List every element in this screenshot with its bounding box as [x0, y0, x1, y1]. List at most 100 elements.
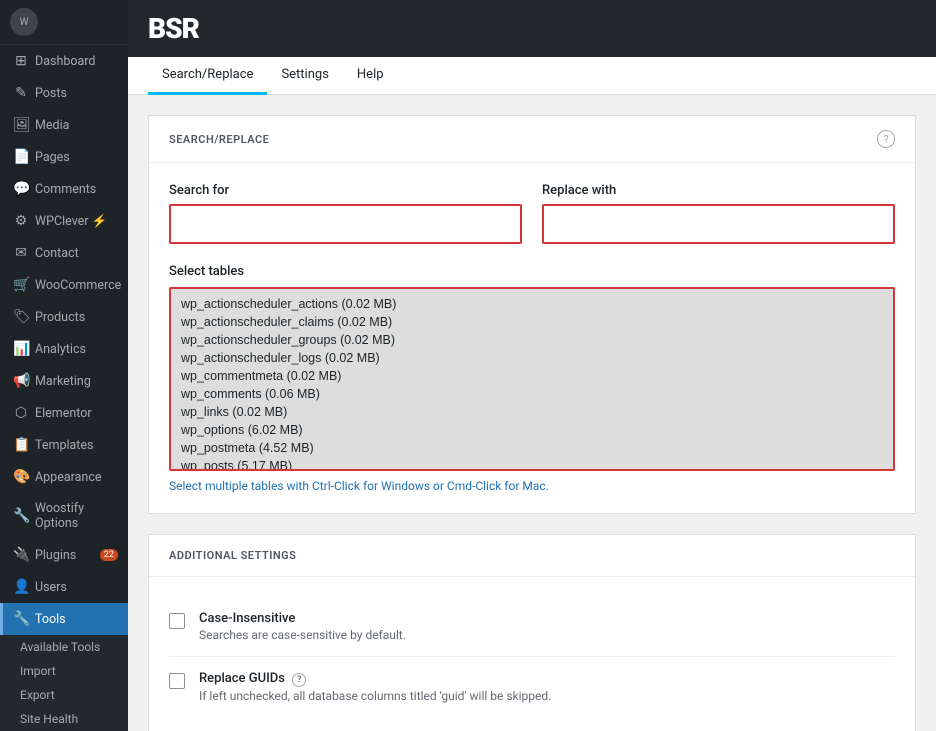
- tabs-bar: Search/Replace Settings Help: [128, 57, 936, 95]
- card-title: SEARCH/REPLACE: [169, 133, 269, 146]
- media-icon: 🖼: [13, 117, 29, 133]
- posts-icon: ✎: [13, 85, 29, 101]
- content-area: SEARCH/REPLACE ? Search for Replace with: [128, 95, 936, 731]
- sidebar-item-plugins[interactable]: 🔌 Plugins 22: [0, 539, 128, 571]
- sidebar-item-label: Users: [35, 580, 67, 595]
- tools-submenu: Available Tools Import Export Site Healt…: [0, 635, 128, 731]
- tab-help[interactable]: Help: [343, 57, 398, 95]
- sidebar-item-site-health[interactable]: Site Health: [0, 707, 128, 731]
- case-insensitive-checkbox[interactable]: [169, 613, 185, 629]
- submenu-label: Site Health: [20, 712, 78, 726]
- tools-icon: 🔧: [13, 611, 29, 627]
- replace-guids-row: Replace GUIDs ? If left unchecked, all d…: [169, 657, 895, 717]
- sidebar-item-woostify[interactable]: 🔧 Woostify Options: [0, 493, 128, 539]
- sidebar-item-analytics[interactable]: 📊 Analytics: [0, 333, 128, 365]
- marketing-icon: 📢: [13, 373, 29, 389]
- sidebar-item-label: Pages: [35, 150, 70, 165]
- sidebar-item-label: Analytics: [35, 342, 86, 357]
- sidebar-item-media[interactable]: 🖼 Media: [0, 109, 128, 141]
- plugin-header: BSR: [128, 0, 936, 57]
- tables-hint: Select multiple tables with Ctrl-Click f…: [169, 479, 895, 493]
- sidebar-item-label: Elementor: [35, 406, 92, 421]
- sidebar-item-label: WooCommerce: [35, 278, 121, 293]
- card-body: Search for Replace with Select tables wp…: [149, 163, 915, 513]
- main-content: BSR Search/Replace Settings Help SEARCH/…: [128, 0, 936, 731]
- sidebar-item-label: Contact: [35, 246, 79, 261]
- replace-guids-help-icon[interactable]: ?: [292, 673, 306, 687]
- pages-icon: 📄: [13, 149, 29, 165]
- sidebar-item-label: WPClever ⚡: [35, 214, 107, 229]
- submenu-label: Export: [20, 688, 55, 702]
- sidebar-item-label: Woostify Options: [35, 501, 118, 531]
- sidebar-item-label: Templates: [35, 438, 93, 453]
- sidebar-item-dashboard[interactable]: ⊞ Dashboard: [0, 45, 128, 77]
- tables-wrapper: wp_actionscheduler_actions (0.02 MB)wp_a…: [169, 287, 895, 471]
- sidebar-item-label: Appearance: [35, 470, 102, 485]
- plugins-icon: 🔌: [13, 547, 29, 563]
- sidebar-item-woocommerce[interactable]: 🛒 WooCommerce: [0, 269, 128, 301]
- additional-settings-header: ADDITIONAL SETTINGS: [149, 535, 915, 577]
- replace-guids-text: Replace GUIDs ? If left unchecked, all d…: [199, 671, 551, 703]
- plugin-logo: BSR: [148, 12, 199, 45]
- sidebar-item-posts[interactable]: ✎ Posts: [0, 77, 128, 109]
- tables-label: Select tables: [169, 264, 895, 279]
- search-label: Search for: [169, 183, 522, 198]
- appearance-icon: 🎨: [13, 469, 29, 485]
- sidebar-item-templates[interactable]: 📋 Templates: [0, 429, 128, 461]
- products-icon: 🏷: [13, 309, 29, 325]
- tables-select-group: Select tables wp_actionscheduler_actions…: [169, 264, 895, 493]
- additional-settings-title: ADDITIONAL SETTINGS: [169, 549, 296, 562]
- help-icon[interactable]: ?: [877, 130, 895, 148]
- sidebar-item-label: Posts: [35, 86, 67, 101]
- replace-label: Replace with: [542, 183, 895, 198]
- sidebar: W ⊞ Dashboard ✎ Posts 🖼 Media 📄 Pages 💬 …: [0, 0, 128, 731]
- woostify-icon: 🔧: [13, 508, 29, 524]
- additional-settings-card: ADDITIONAL SETTINGS Case-Insensitive Sea…: [148, 534, 916, 731]
- sidebar-item-label: Comments: [35, 182, 96, 197]
- sidebar-item-comments[interactable]: 💬 Comments: [0, 173, 128, 205]
- submenu-label: Available Tools: [20, 640, 100, 654]
- sidebar-item-label: Tools: [35, 612, 66, 627]
- wordpress-icon: W: [10, 8, 38, 36]
- templates-icon: 📋: [13, 437, 29, 453]
- contact-icon: ✉: [13, 245, 29, 261]
- sidebar-item-appearance[interactable]: 🎨 Appearance: [0, 461, 128, 493]
- tables-select[interactable]: wp_actionscheduler_actions (0.02 MB)wp_a…: [171, 289, 893, 469]
- case-insensitive-label: Case-Insensitive: [199, 611, 406, 626]
- dashboard-icon: ⊞: [13, 53, 29, 69]
- replace-field-group: Replace with: [542, 183, 895, 244]
- replace-input[interactable]: [542, 204, 895, 244]
- case-insensitive-text: Case-Insensitive Searches are case-sensi…: [199, 611, 406, 642]
- search-replace-card: SEARCH/REPLACE ? Search for Replace with: [148, 115, 916, 514]
- sidebar-item-pages[interactable]: 📄 Pages: [0, 141, 128, 173]
- fields-row: Search for Replace with: [169, 183, 895, 244]
- elementor-icon: ⬡: [13, 405, 29, 421]
- sidebar-item-import[interactable]: Import: [0, 659, 128, 683]
- sidebar-item-products[interactable]: 🏷 Products: [0, 301, 128, 333]
- sidebar-item-label: Plugins: [35, 548, 76, 563]
- comments-icon: 💬: [13, 181, 29, 197]
- sidebar-item-available-tools[interactable]: Available Tools: [0, 635, 128, 659]
- sidebar-item-contact[interactable]: ✉ Contact: [0, 237, 128, 269]
- tab-settings[interactable]: Settings: [267, 57, 342, 95]
- additional-settings-body: Case-Insensitive Searches are case-sensi…: [149, 577, 915, 731]
- case-insensitive-description: Searches are case-sensitive by default.: [199, 628, 406, 642]
- sidebar-item-export[interactable]: Export: [0, 683, 128, 707]
- replace-guids-description: If left unchecked, all database columns …: [199, 689, 551, 703]
- replace-guids-checkbox[interactable]: [169, 673, 185, 689]
- sidebar-item-wpclever[interactable]: ⚙ WPClever ⚡: [0, 205, 128, 237]
- sidebar-item-label: Dashboard: [35, 54, 95, 69]
- sidebar-logo: W: [0, 0, 128, 45]
- sidebar-item-users[interactable]: 👤 Users: [0, 571, 128, 603]
- sidebar-item-elementor[interactable]: ⬡ Elementor: [0, 397, 128, 429]
- sidebar-item-tools[interactable]: 🔧 Tools: [0, 603, 128, 635]
- plugins-badge: 22: [100, 549, 118, 561]
- search-field-group: Search for: [169, 183, 522, 244]
- search-input[interactable]: [169, 204, 522, 244]
- sidebar-item-marketing[interactable]: 📢 Marketing: [0, 365, 128, 397]
- analytics-icon: 📊: [13, 341, 29, 357]
- tab-search-replace[interactable]: Search/Replace: [148, 57, 267, 95]
- case-insensitive-row: Case-Insensitive Searches are case-sensi…: [169, 597, 895, 657]
- card-header: SEARCH/REPLACE ?: [149, 116, 915, 163]
- replace-guids-label: Replace GUIDs ?: [199, 671, 551, 687]
